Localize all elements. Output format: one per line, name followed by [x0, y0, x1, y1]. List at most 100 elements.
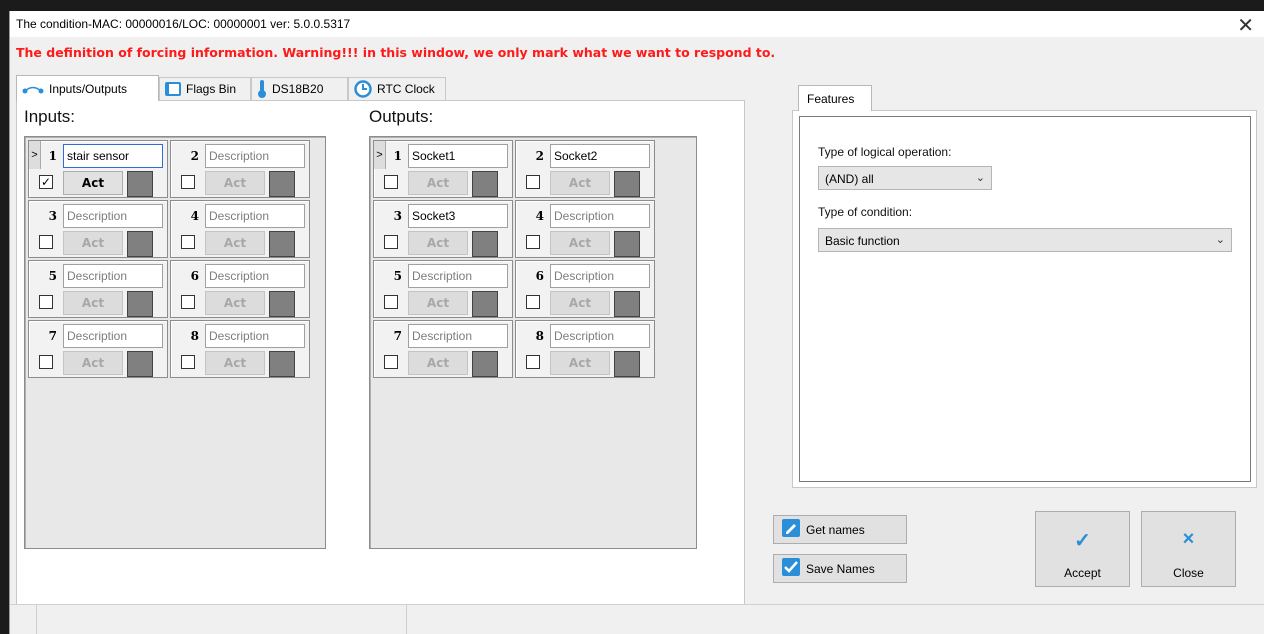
edit-names-icon: [782, 519, 800, 540]
channel-name-field[interactable]: Description: [550, 264, 650, 288]
status-bar: [10, 604, 1264, 634]
inputs-cell-2: 2 Description Act: [170, 140, 310, 198]
status-divider: [406, 605, 407, 634]
act-button[interactable]: Act: [205, 291, 265, 315]
thermometer-icon: [257, 80, 267, 98]
state-indicator: [269, 171, 295, 197]
channel-name-field[interactable]: Description: [408, 324, 508, 348]
act-button[interactable]: Act: [550, 171, 610, 195]
tab-ds18b20[interactable]: DS18B20: [251, 77, 348, 100]
channel-checkbox[interactable]: [384, 235, 398, 249]
accept-button[interactable]: ✓ Accept: [1035, 511, 1130, 587]
channel-number: 3: [393, 209, 402, 223]
act-button[interactable]: Act: [550, 231, 610, 255]
channel-number: 4: [190, 209, 199, 223]
channel-name-field[interactable]: Description: [63, 204, 163, 228]
close-label: Close: [1173, 566, 1204, 580]
channel-name-field[interactable]: Description: [205, 204, 305, 228]
channel-checkbox[interactable]: [181, 355, 195, 369]
channel-number: 3: [48, 209, 57, 223]
state-indicator: [127, 231, 153, 257]
act-button[interactable]: Act: [408, 171, 468, 195]
act-button[interactable]: Act: [63, 171, 123, 195]
channel-name-field[interactable]: Socket3: [408, 204, 508, 228]
state-indicator: [614, 231, 640, 257]
save-names-label: Save Names: [806, 561, 875, 576]
save-names-button[interactable]: Save Names: [773, 554, 907, 583]
channel-number: 7: [48, 329, 57, 343]
channel-checkbox[interactable]: [526, 235, 540, 249]
act-button[interactable]: Act: [408, 291, 468, 315]
act-button[interactable]: Act: [205, 231, 265, 255]
window-close-icon[interactable]: ✕: [1237, 13, 1254, 38]
inputs-cell-6: 6 Description Act: [170, 260, 310, 318]
channel-name-field[interactable]: Description: [205, 264, 305, 288]
tab-features[interactable]: Features: [798, 85, 872, 111]
inputs-cell-4: 4 Description Act: [170, 200, 310, 258]
channel-checkbox[interactable]: [384, 355, 398, 369]
tab-rtc-clock[interactable]: RTC Clock: [348, 77, 446, 100]
state-indicator: [472, 231, 498, 257]
channel-number: 2: [535, 149, 544, 163]
condition-type-select[interactable]: Basic function ⌄: [818, 228, 1232, 252]
act-button[interactable]: Act: [408, 351, 468, 375]
channel-name-field[interactable]: Description: [408, 264, 508, 288]
channel-checkbox[interactable]: [181, 175, 195, 189]
channel-checkbox[interactable]: [39, 235, 53, 249]
channel-number: 6: [190, 269, 199, 283]
channel-number: 6: [535, 269, 544, 283]
chevron-down-icon: ⌄: [975, 172, 985, 184]
state-indicator: [127, 351, 153, 377]
chevron-down-icon: ⌄: [1215, 234, 1225, 246]
channel-checkbox[interactable]: [39, 295, 53, 309]
channel-name-field[interactable]: Description: [550, 204, 650, 228]
channel-name-field[interactable]: stair sensor: [63, 144, 163, 168]
title-bar: The condition-MAC: 00000016/LOC: 0000000…: [10, 11, 1264, 37]
tab-inputs-outputs[interactable]: Inputs/Outputs: [16, 75, 159, 101]
state-indicator: [472, 171, 498, 197]
act-button[interactable]: Act: [63, 231, 123, 255]
channel-name-field[interactable]: Socket1: [408, 144, 508, 168]
tab-label: DS18B20: [272, 82, 324, 96]
channel-checkbox[interactable]: [384, 175, 398, 189]
act-button[interactable]: Act: [550, 351, 610, 375]
act-button[interactable]: Act: [205, 351, 265, 375]
checkmark-icon: ✓: [1074, 530, 1091, 552]
channel-name-field[interactable]: Description: [205, 324, 305, 348]
channel-checkbox[interactable]: [181, 235, 195, 249]
channel-checkbox[interactable]: [181, 295, 195, 309]
channel-checkbox[interactable]: [526, 295, 540, 309]
act-button[interactable]: Act: [63, 291, 123, 315]
channel-checkbox[interactable]: [526, 355, 540, 369]
channel-name-field[interactable]: Description: [63, 264, 163, 288]
save-names-icon: [782, 558, 800, 579]
channel-number: 8: [535, 329, 544, 343]
tab-label: RTC Clock: [377, 82, 435, 96]
outputs-cell-8: 8 Description Act: [515, 320, 655, 378]
channel-number: 4: [535, 209, 544, 223]
act-button[interactable]: Act: [550, 291, 610, 315]
tab-flags-bin[interactable]: Flags Bin: [159, 77, 251, 100]
logical-operation-select[interactable]: (AND) all ⌄: [818, 166, 992, 190]
outputs-cell-2: 2 Socket2 Act: [515, 140, 655, 198]
state-indicator: [127, 291, 153, 317]
channel-checkbox[interactable]: ✓: [39, 175, 53, 189]
act-button[interactable]: Act: [205, 171, 265, 195]
act-button[interactable]: Act: [63, 351, 123, 375]
close-button[interactable]: × Close: [1141, 511, 1236, 587]
channel-name-field[interactable]: Description: [550, 324, 650, 348]
act-button[interactable]: Act: [408, 231, 468, 255]
close-icon: ×: [1182, 528, 1195, 550]
get-names-button[interactable]: Get names: [773, 515, 907, 544]
condition-type-value: Basic function: [825, 234, 900, 248]
channel-checkbox[interactable]: [39, 355, 53, 369]
channel-checkbox[interactable]: [526, 175, 540, 189]
outputs-grid: >1 Socket1 Act 2 Socket2 Act 3 Socket3 Act 4 Descr…: [369, 136, 697, 549]
flag-icon: [165, 81, 181, 97]
channel-name-field[interactable]: Description: [205, 144, 305, 168]
channel-checkbox[interactable]: [384, 295, 398, 309]
channel-name-field[interactable]: Description: [63, 324, 163, 348]
io-icon: [22, 84, 44, 94]
inputs-cell-5: 5 Description Act: [28, 260, 168, 318]
channel-name-field[interactable]: Socket2: [550, 144, 650, 168]
